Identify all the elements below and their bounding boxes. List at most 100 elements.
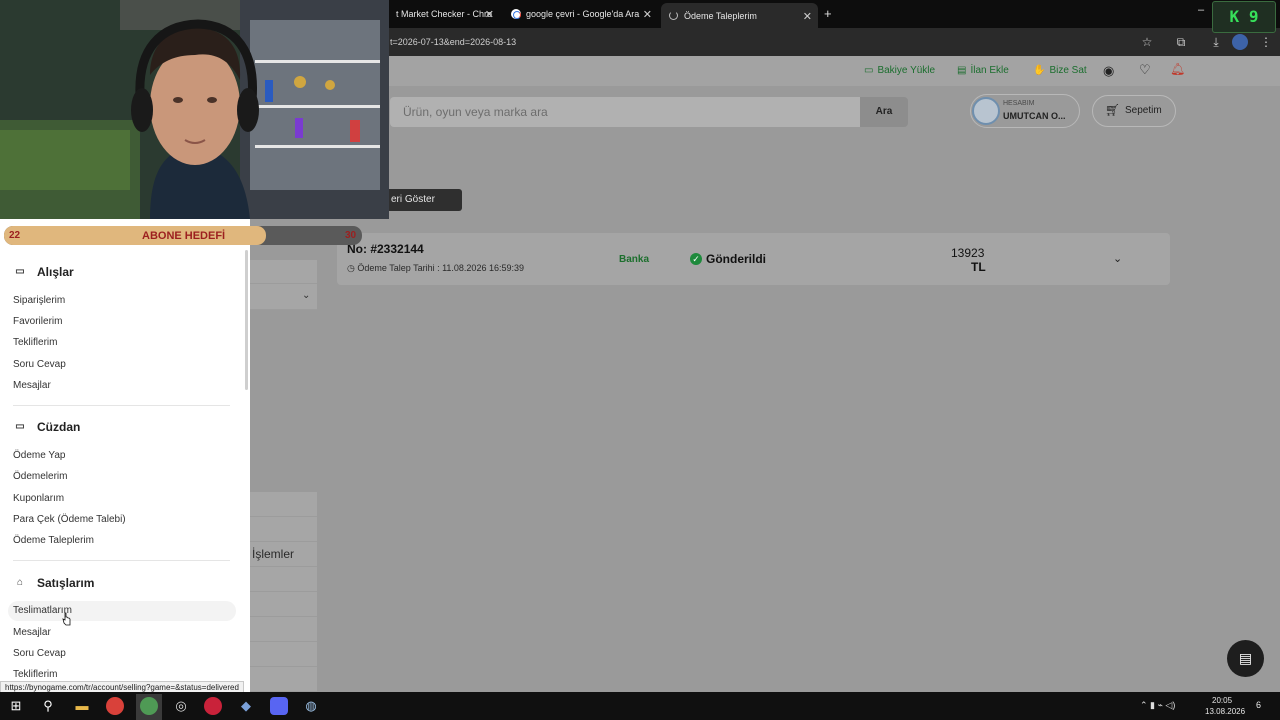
top-nav (250, 56, 1280, 86)
goal-current: 22 (9, 230, 21, 241)
sidebar-item-tekliflerim-satis[interactable]: Tekliflerim (13, 669, 57, 680)
hand-cursor-icon (62, 612, 71, 626)
request-date: ◷ Ödeme Talep Tarihi : 11.08.2026 16:59:… (347, 263, 524, 274)
tab-odeme-taleplerim[interactable]: Ödeme Taleplerim ✕ (661, 3, 818, 28)
avatar (972, 97, 1000, 125)
webcam-overlay (0, 0, 389, 219)
heart-icon[interactable]: ♡ (1139, 62, 1151, 78)
close-icon[interactable]: ✕ (643, 8, 652, 21)
document-icon: ▤ (957, 65, 967, 76)
chat-button[interactable]: ▤ (1227, 640, 1264, 677)
status-label: Gönderildi (706, 252, 766, 266)
behind-panel (250, 492, 317, 517)
taskbar (0, 692, 1280, 720)
section-cuzdan: ▭ Cüzdan (13, 420, 80, 434)
behind-text: İşlemler (252, 547, 295, 561)
section-satislarim: ⌂ Satışlarım (13, 576, 94, 590)
behind-panel (250, 567, 317, 592)
minimize-button[interactable]: – (1198, 4, 1204, 16)
app-icon[interactable]: ◆ (237, 697, 255, 715)
clock-icon: ◷ (347, 263, 358, 273)
app-icon[interactable] (204, 697, 222, 715)
notification-badge[interactable]: 6 (1256, 700, 1261, 710)
behind-panel (250, 667, 317, 692)
obs-icon[interactable]: ◎ (172, 697, 190, 715)
divider (13, 405, 230, 406)
close-icon[interactable]: ✕ (803, 10, 812, 23)
eye-icon[interactable]: ◉ (1103, 63, 1114, 79)
menu-icon[interactable]: ⋮ (1258, 34, 1274, 50)
cart-label: Sepetim (1125, 105, 1162, 116)
sidebar-item-mesajlar[interactable]: Mesajlar (13, 380, 51, 391)
windows-start-icon[interactable]: ⊞ (7, 697, 25, 715)
goal-progress (4, 226, 266, 245)
new-tab-button[interactable]: + (824, 6, 832, 21)
show-button[interactable]: eri Göster (389, 189, 462, 211)
extensions-icon[interactable]: ⧉ (1173, 34, 1189, 50)
tab-title: Ödeme Taleplerim (684, 10, 757, 21)
section-title: Satışlarım (37, 576, 95, 590)
search-input[interactable]: Ürün, oyun veya marka ara (403, 105, 548, 119)
ilan-ekle-link[interactable]: ▤ İlan Ekle (957, 65, 1009, 76)
download-icon[interactable]: ⤓ (1208, 34, 1224, 50)
sidebar-item-mesajlar-satis[interactable]: Mesajlar (13, 627, 51, 638)
tab-title: google çevri - Google'da Ara (526, 9, 640, 19)
cart-icon: 🛒︎ (1105, 103, 1121, 117)
discord-icon[interactable] (270, 697, 288, 715)
clock-time: 20:05 (1212, 696, 1233, 705)
behind-panel (250, 642, 317, 667)
bell-icon[interactable]: 🔔︎ (1170, 62, 1185, 76)
close-icon[interactable]: ✕ (485, 8, 494, 21)
steam-icon[interactable]: ◍ (302, 697, 320, 715)
star-icon[interactable]: ☆ (1139, 34, 1155, 50)
request-number: No: #2332144 (347, 242, 424, 256)
tab-google[interactable]: google çevri - Google'da Ara ✕ (503, 4, 658, 24)
chrome-active-icon[interactable] (140, 697, 158, 715)
scrollbar[interactable] (245, 250, 248, 390)
currency: TL (971, 260, 986, 274)
sidebar-item-soru-cevap[interactable]: Soru Cevap (13, 359, 66, 370)
check-icon: ✓ (690, 253, 702, 265)
sidebar-item-favorilerim[interactable]: Favorilerim (13, 316, 62, 327)
section-alislar: ▭ Alışlar (13, 265, 74, 279)
section-title: Cüzdan (37, 420, 81, 434)
bag-icon: ▭ (15, 266, 25, 277)
address-input[interactable]: t=2026-07-13&end=2026-08-13 (390, 37, 516, 47)
sidebar-item-kuponlarim[interactable]: Kuponlarım (13, 493, 64, 504)
amount: 13923 (951, 246, 985, 260)
tray-icons[interactable]: ⌃ ▮ ⌁ ◁) (1140, 700, 1175, 711)
chevron-down-icon[interactable]: ⌄ (302, 290, 310, 301)
sidebar-item-odemelerim[interactable]: Ödemelerim (13, 471, 67, 482)
link-label: Bize Sat (1049, 65, 1087, 76)
k-counter-badge: K 9 (1212, 1, 1276, 33)
bakiye-yukle-link[interactable]: ▭ Bakiye Yükle (864, 65, 935, 76)
behind-panel (250, 517, 317, 542)
divider (13, 560, 230, 561)
sidebar-item-soru-cevap-satis[interactable]: Soru Cevap (13, 648, 66, 659)
wallet-icon: ▭ (15, 421, 25, 432)
behind-panel (250, 617, 317, 642)
profile-icon[interactable] (1232, 34, 1248, 50)
tab-market-checker[interactable]: t Market Checker - Chro ✕ (388, 4, 500, 24)
clock-date: 13.08.2026 (1205, 707, 1246, 716)
sidebar-item-odeme-yap[interactable]: Ödeme Yap (13, 450, 65, 461)
folder-icon[interactable]: ▬ (73, 697, 91, 715)
search-icon[interactable]: ⚲ (39, 697, 57, 715)
sidebar-item-odeme-taleplerim[interactable]: Ödeme Taleplerim (13, 535, 94, 546)
bize-sat-link[interactable]: ✋ Bize Sat (1033, 65, 1087, 76)
account-name: UMUTCAN O... (1003, 111, 1066, 121)
hand-money-icon: ✋ (1033, 65, 1046, 76)
behind-panel (250, 260, 317, 284)
section-title: Alışlar (37, 265, 74, 279)
chevron-down-icon[interactable]: ⌄ (1113, 252, 1122, 265)
chat-icon: ▤ (1238, 650, 1253, 666)
search-button[interactable]: Ara (860, 97, 908, 127)
sidebar-item-tekliflerim[interactable]: Tekliflerim (13, 337, 57, 348)
sidebar-item-siparislerim[interactable]: Siparişlerim (13, 295, 65, 306)
store-icon: ⌂ (16, 577, 24, 588)
wallet-icon: ▭ (864, 65, 874, 76)
payment-method: Banka (619, 254, 650, 265)
tab-title: t Market Checker - Chro (396, 9, 493, 19)
sidebar-item-para-cek[interactable]: Para Çek (Ödeme Talebi) (13, 514, 126, 525)
chrome-icon[interactable] (106, 697, 124, 715)
